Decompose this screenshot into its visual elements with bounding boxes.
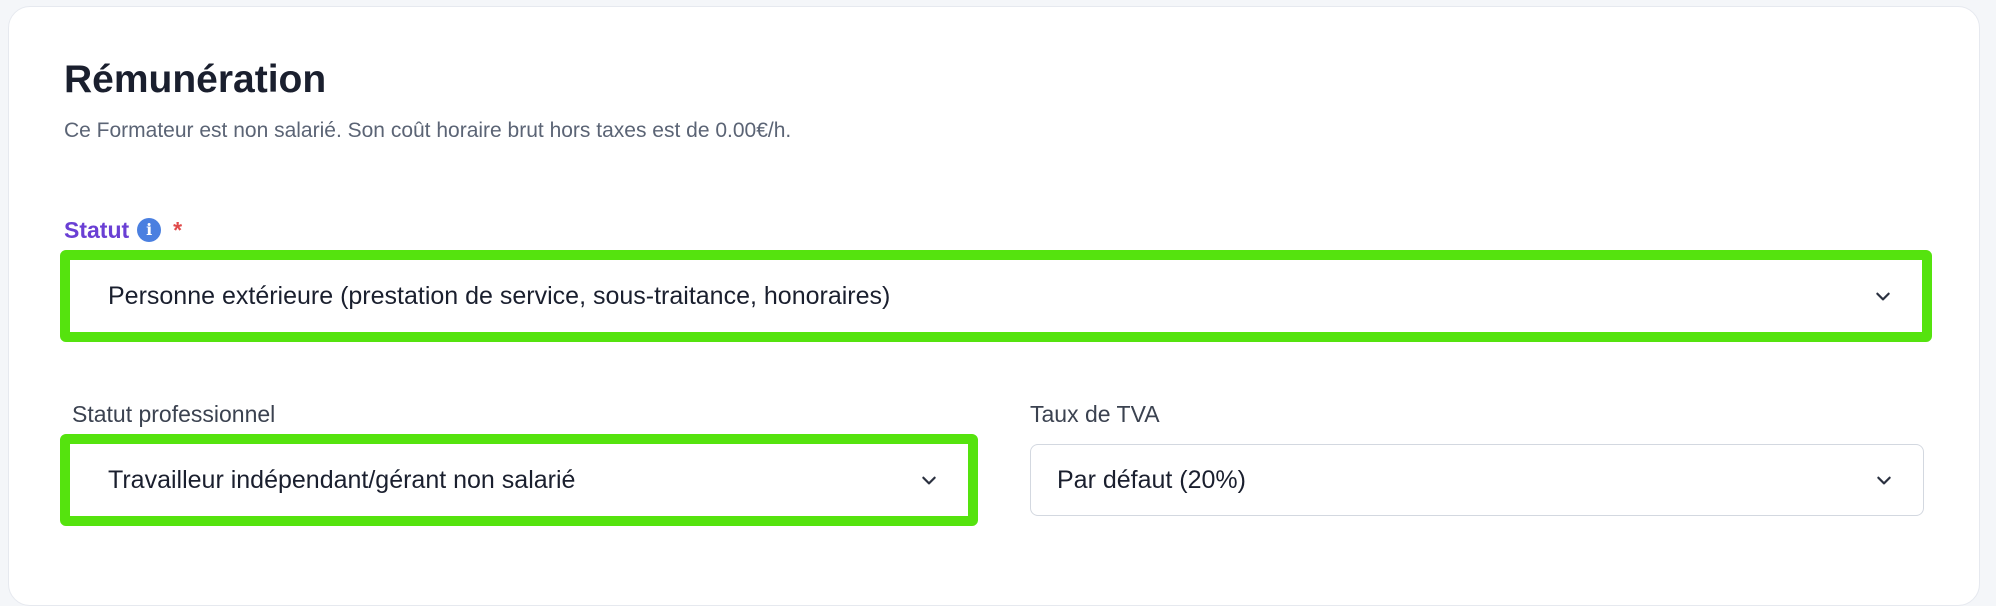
taux-tva-select-value: Par défaut (20%)	[1057, 465, 1246, 494]
statut-professionnel-select[interactable]: Travailleur indépendant/gérant non salar…	[60, 434, 978, 526]
taux-tva-label: Taux de TVA	[1030, 401, 1160, 427]
statut-label: Statut i *	[64, 218, 182, 242]
section-title: Rémunération	[64, 58, 327, 101]
taux-tva-select[interactable]: Par défaut (20%)	[1030, 444, 1924, 516]
section-description: Ce Formateur est non salarié. Son coût h…	[64, 119, 792, 142]
statut-professionnel-label: Statut professionnel	[72, 401, 276, 427]
chevron-down-icon	[922, 476, 936, 485]
statut-label-text: Statut	[64, 216, 130, 243]
chevron-down-icon	[1876, 292, 1890, 301]
statut-select-value: Personne extérieure (prestation de servi…	[108, 281, 891, 310]
statut-select[interactable]: Personne extérieure (prestation de servi…	[60, 250, 1932, 342]
chevron-down-icon	[1877, 476, 1891, 485]
info-icon[interactable]: i	[137, 218, 162, 242]
statut-professionnel-select-value: Travailleur indépendant/gérant non salar…	[108, 465, 576, 494]
required-mark: *	[173, 216, 183, 243]
